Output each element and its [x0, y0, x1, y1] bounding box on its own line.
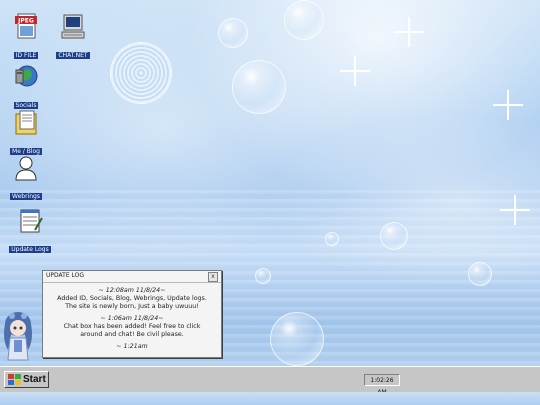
desktop-icon-label: CHAT.NET: [56, 52, 90, 59]
bubble-decoration: [468, 262, 492, 286]
log-entry-text: Added ID, Socials, Blog, Webrings, Updat…: [57, 295, 207, 310]
bubble-decoration: [270, 312, 324, 366]
log-entry: ~ 12:08am 11/8/24~ Added ID, Socials, Bl…: [53, 287, 211, 311]
computer-icon: [58, 12, 88, 42]
sparkle-decoration: [340, 56, 370, 86]
bubble-decoration: [110, 42, 172, 104]
sparkle-decoration: [500, 195, 530, 225]
svg-text:JPEG: JPEG: [17, 18, 34, 25]
sparkle-decoration: [394, 17, 424, 47]
bubble-decoration: [325, 232, 339, 246]
bubble-decoration: [218, 18, 248, 48]
folder-document-icon: [11, 108, 41, 138]
window-titlebar[interactable]: UPDATE LOG x: [43, 271, 221, 283]
window-title: UPDATE LOG: [46, 272, 85, 279]
desktop-icon-socials[interactable]: Socials: [3, 62, 49, 111]
desktop-icon-label: Update Logs: [9, 246, 51, 253]
desktop: JPEG ID FILE CHAT.NET Socials Me / Blog …: [0, 0, 540, 366]
desktop-icon-id-file[interactable]: JPEG ID FILE: [3, 12, 49, 61]
desktop-icon-webrings[interactable]: Webrings: [3, 153, 49, 202]
desktop-icon-update-logs[interactable]: Update Logs: [7, 206, 53, 255]
taskbar: Start 1:02:26 AM: [0, 366, 540, 396]
update-log-window[interactable]: UPDATE LOG x ~ 12:08am 11/8/24~ Added ID…: [42, 270, 222, 358]
start-label: Start: [23, 374, 46, 385]
bubble-decoration: [232, 60, 286, 114]
taskbar-clock: 1:02:26 AM: [364, 374, 400, 396]
start-button[interactable]: Start: [4, 371, 49, 388]
desktop-icon-chat-net[interactable]: CHAT.NET: [50, 12, 96, 61]
log-entry: ~ 1:21am: [53, 343, 211, 351]
globe-network-icon: [11, 62, 41, 92]
log-entry-date: ~ 1:21am: [116, 343, 148, 350]
log-entry-text: Chat box has been added! Feel free to cl…: [63, 323, 201, 338]
windows-logo-icon: [8, 374, 21, 385]
log-entry: ~ 1:06am 11/8/24~ Chat box has been adde…: [53, 315, 211, 339]
sparkle-decoration: [493, 90, 523, 120]
close-icon: x: [211, 273, 215, 280]
desktop-icon-label: Webrings: [10, 193, 42, 200]
bubble-decoration: [380, 222, 408, 250]
desktop-icon-label: ID FILE: [13, 52, 39, 59]
log-entry-date: ~ 1:06am 11/8/24~: [100, 315, 164, 322]
close-button[interactable]: x: [208, 272, 218, 282]
bubble-decoration: [255, 268, 271, 284]
character-sprite: [0, 310, 36, 366]
user-icon: [11, 153, 41, 183]
bubble-decoration: [284, 0, 324, 40]
update-log-content[interactable]: ~ 12:08am 11/8/24~ Added ID, Socials, Bl…: [43, 283, 221, 353]
wallpaper-bottom-strip: [0, 392, 540, 405]
log-entry-date: ~ 12:08am 11/8/24~: [98, 287, 166, 294]
notepad-icon: [15, 206, 45, 236]
desktop-icon-me-blog[interactable]: Me / Blog: [3, 108, 49, 157]
jpeg-file-icon: JPEG: [11, 12, 41, 42]
